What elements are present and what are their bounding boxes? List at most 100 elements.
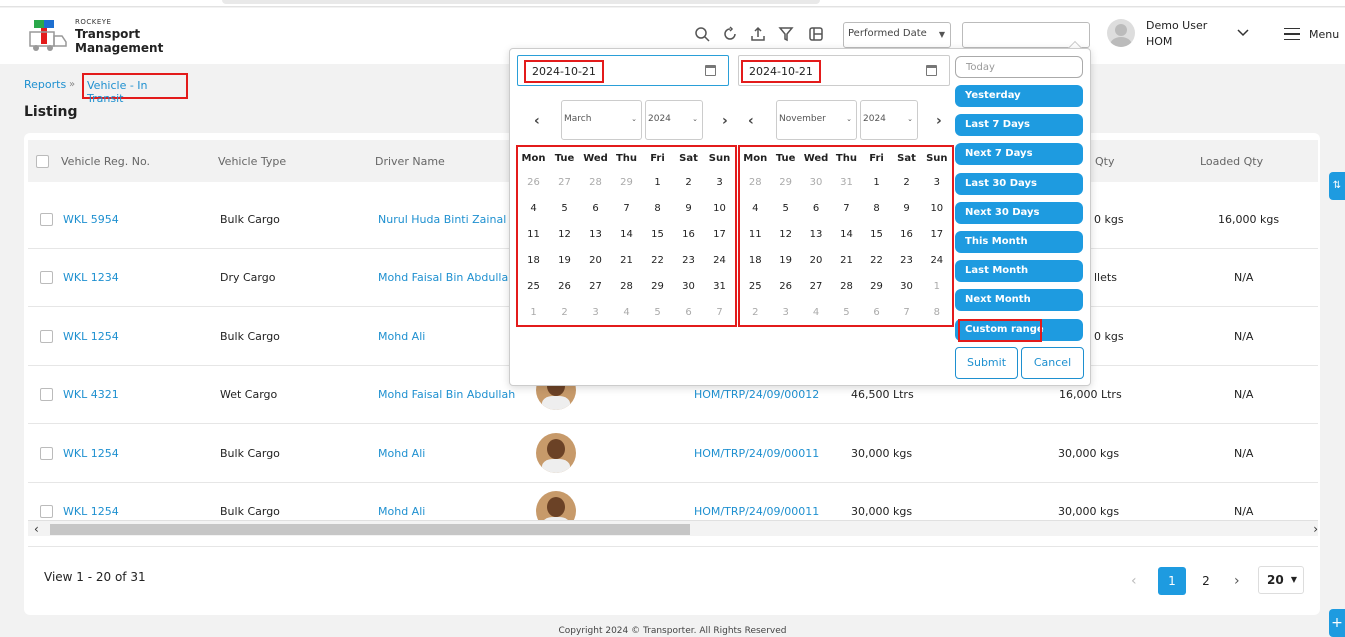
range-option-last-30-days[interactable]: Last 30 Days	[955, 173, 1083, 195]
left-calendar-day[interactable]: 29	[611, 169, 642, 195]
left-calendar-day[interactable]: 20	[580, 247, 611, 273]
layout-icon[interactable]	[808, 26, 824, 42]
trip-number-link[interactable]: HOM/TRP/24/09/00011	[694, 447, 819, 460]
end-date-input[interactable]: 2024-10-21	[738, 55, 950, 86]
scroll-right-icon[interactable]: ›	[1313, 522, 1318, 536]
left-year-select[interactable]: 2024 ⌄	[645, 100, 703, 140]
filter-icon[interactable]	[778, 26, 794, 42]
left-calendar-day[interactable]: 3	[580, 299, 611, 325]
calendar-icon[interactable]	[926, 65, 937, 76]
driver-name-link[interactable]: Nurul Huda Binti Zainal	[378, 213, 506, 226]
right-calendar-day[interactable]: 24	[922, 247, 952, 273]
breadcrumb-current[interactable]: Vehicle - In Transit	[82, 73, 188, 105]
scrollbar-thumb[interactable]	[50, 524, 690, 535]
cancel-button[interactable]: Cancel	[1021, 347, 1084, 379]
table-row[interactable]: WKL 1254 Bulk Cargo Mohd Ali HOM/TRP/24/…	[28, 425, 1318, 483]
right-calendar-day[interactable]: 23	[891, 247, 921, 273]
select-all-checkbox[interactable]	[36, 155, 49, 168]
refresh-icon[interactable]	[722, 26, 738, 42]
right-calendar-day[interactable]: 4	[740, 195, 771, 221]
left-calendar-day[interactable]: 15	[642, 221, 673, 247]
right-calendar-day[interactable]: 30	[801, 169, 832, 195]
range-option-last-month[interactable]: Last Month	[955, 260, 1083, 282]
vehicle-reg-link[interactable]: WKL 5954	[63, 213, 119, 226]
right-calendar-day[interactable]: 2	[891, 169, 921, 195]
left-month-select[interactable]: March ⌄	[561, 100, 642, 140]
row-checkbox[interactable]	[40, 388, 53, 401]
right-calendar-day[interactable]: 17	[922, 221, 952, 247]
next-month-icon[interactable]: ›	[936, 113, 942, 129]
menu-button[interactable]: Menu	[1284, 27, 1344, 45]
left-calendar-day[interactable]: 5	[549, 195, 580, 221]
driver-name-link[interactable]: Mohd Ali	[378, 330, 425, 343]
left-calendar-day[interactable]: 19	[549, 247, 580, 273]
next-page-icon[interactable]: ›	[1234, 573, 1240, 589]
range-option-next-month[interactable]: Next Month	[955, 289, 1083, 311]
page-1-button[interactable]: 1	[1158, 567, 1186, 595]
row-checkbox[interactable]	[40, 447, 53, 460]
settings-side-tab[interactable]: ⇅	[1329, 172, 1345, 200]
left-calendar-day[interactable]: 31	[704, 273, 735, 299]
column-header-loaded-qty[interactable]: Loaded Qty	[1200, 155, 1263, 168]
vehicle-reg-link[interactable]: WKL 1254	[63, 447, 119, 460]
left-calendar-day[interactable]: 10	[704, 195, 735, 221]
right-calendar-day[interactable]: 1	[922, 273, 952, 299]
right-calendar-day[interactable]: 10	[922, 195, 952, 221]
row-checkbox[interactable]	[40, 505, 53, 518]
right-calendar-day[interactable]: 29	[771, 169, 801, 195]
left-calendar-day[interactable]: 4	[611, 299, 642, 325]
driver-name-link[interactable]: Mohd Ali	[378, 505, 425, 518]
prev-month-icon[interactable]: ‹	[534, 113, 540, 129]
horizontal-scrollbar[interactable]: ‹ ›	[28, 520, 1318, 536]
left-calendar-day[interactable]: 14	[611, 221, 642, 247]
left-calendar-day[interactable]: 2	[549, 299, 580, 325]
row-checkbox[interactable]	[40, 271, 53, 284]
right-calendar-day[interactable]: 14	[831, 221, 861, 247]
left-calendar-day[interactable]: 28	[611, 273, 642, 299]
next-month-icon[interactable]: ›	[722, 113, 728, 129]
left-calendar-day[interactable]: 28	[580, 169, 611, 195]
prev-page-icon[interactable]: ‹	[1131, 573, 1137, 589]
right-calendar-day[interactable]: 22	[862, 247, 892, 273]
right-calendar-day[interactable]: 9	[891, 195, 921, 221]
left-calendar-day[interactable]: 12	[549, 221, 580, 247]
left-calendar-day[interactable]: 16	[673, 221, 704, 247]
range-option-next-7-days[interactable]: Next 7 Days	[955, 143, 1083, 165]
left-calendar-day[interactable]: 30	[673, 273, 704, 299]
left-calendar-day[interactable]: 6	[580, 195, 611, 221]
calendar-icon[interactable]	[705, 65, 716, 76]
right-calendar-day[interactable]: 29	[862, 273, 892, 299]
right-calendar-day[interactable]: 26	[771, 273, 801, 299]
left-calendar-day[interactable]: 11	[518, 221, 549, 247]
scroll-left-icon[interactable]: ‹	[34, 522, 39, 536]
right-calendar-day[interactable]: 19	[771, 247, 801, 273]
right-year-select[interactable]: 2024 ⌄	[860, 100, 918, 140]
right-calendar-day[interactable]: 1	[862, 169, 892, 195]
trip-number-link[interactable]: HOM/TRP/24/09/00011	[694, 505, 819, 518]
left-calendar-day[interactable]: 9	[673, 195, 704, 221]
left-calendar-day[interactable]: 2	[673, 169, 704, 195]
left-calendar-day[interactable]: 24	[704, 247, 735, 273]
right-calendar-day[interactable]: 30	[891, 273, 921, 299]
breadcrumb-reports[interactable]: Reports	[24, 78, 66, 91]
left-calendar-day[interactable]: 18	[518, 247, 549, 273]
driver-name-link[interactable]: Mohd Ali	[378, 447, 425, 460]
left-calendar-day[interactable]: 1	[642, 169, 673, 195]
right-calendar-day[interactable]: 13	[801, 221, 832, 247]
right-calendar-day[interactable]: 28	[740, 169, 771, 195]
left-calendar-day[interactable]: 7	[704, 299, 735, 325]
right-calendar-day[interactable]: 5	[771, 195, 801, 221]
left-calendar-day[interactable]: 27	[580, 273, 611, 299]
upload-icon[interactable]	[750, 26, 766, 42]
vehicle-reg-link[interactable]: WKL 4321	[63, 388, 119, 401]
right-calendar-day[interactable]: 11	[740, 221, 771, 247]
right-calendar-day[interactable]: 6	[801, 195, 832, 221]
left-calendar-day[interactable]: 26	[549, 273, 580, 299]
column-header-vehicle-type[interactable]: Vehicle Type	[218, 155, 286, 168]
table-row[interactable]: WKL 1254 Bulk Cargo Mohd Ali HOM/TRP/24/…	[28, 483, 1318, 520]
right-calendar-day[interactable]: 7	[831, 195, 861, 221]
left-calendar-day[interactable]: 3	[704, 169, 735, 195]
submit-button[interactable]: Submit	[955, 347, 1018, 379]
range-option-yesterday[interactable]: Yesterday	[955, 85, 1083, 107]
right-calendar-day[interactable]: 2	[740, 299, 771, 325]
